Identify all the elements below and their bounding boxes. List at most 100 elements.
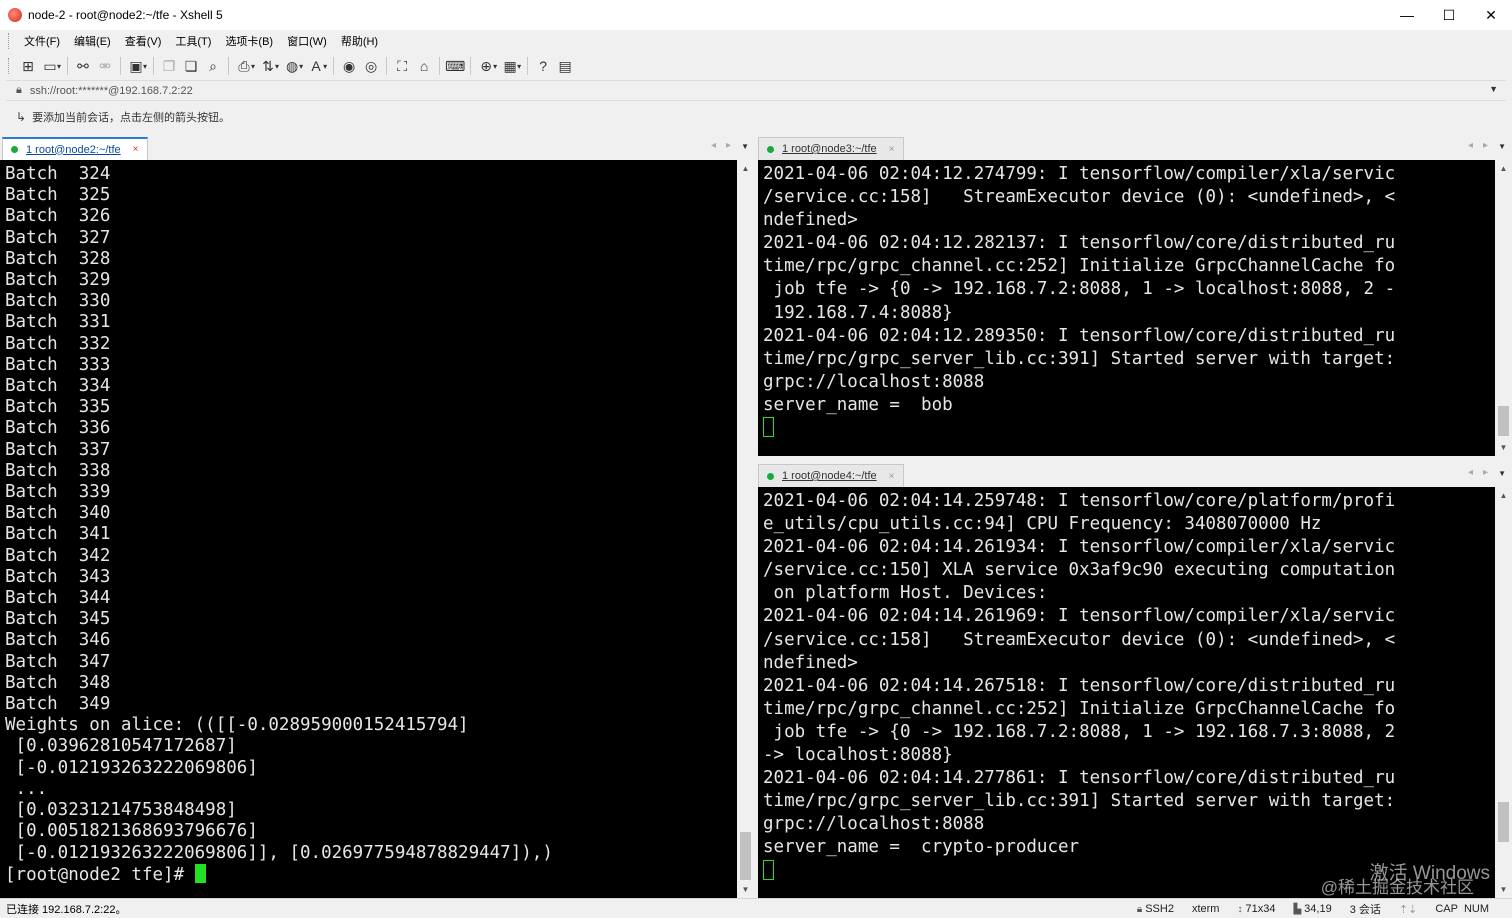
- status-bar: 已连接 192.168.7.2:22。 🔒︎ SSH2 xterm ↕ 71x34 …: [0, 898, 1512, 918]
- tab-list-dropdown-icon[interactable]: ▼: [741, 142, 749, 151]
- terminal-line: time/rpc/grpc_server_lib.cc:391] Started…: [763, 791, 1396, 812]
- globe-dropdown-icon[interactable]: ▾: [299, 62, 303, 71]
- scroll-down-icon[interactable]: ▼: [1495, 439, 1512, 456]
- keyboard-icon[interactable]: ⌨: [444, 55, 466, 77]
- properties-dropdown-icon[interactable]: ▾: [143, 62, 147, 71]
- fullscreen-icon[interactable]: ⛶: [391, 55, 413, 77]
- connected-status-icon: [767, 472, 774, 480]
- disconnect-icon[interactable]: ⚮: [94, 55, 116, 77]
- menu-bar: 文件(F) 编辑(E) 查看(V) 工具(T) 选项卡(B) 窗口(W) 帮助(…: [0, 30, 1512, 52]
- maximize-button[interactable]: ☐: [1428, 0, 1470, 30]
- menu-file[interactable]: 文件(F): [17, 33, 67, 49]
- tab-list-dropdown-icon[interactable]: ▼: [1498, 469, 1506, 478]
- terminal-node4[interactable]: 2021-04-06 02:04:14.259748: I tensorflow…: [758, 487, 1495, 898]
- tab-navigation: ◂ ▸ ▼: [1468, 467, 1506, 478]
- terminal-node2[interactable]: Batch 324 Batch 325 Batch 326 Batch 327 …: [0, 160, 737, 898]
- toolbar-separator: [386, 57, 388, 75]
- shell-prompt: [root@node2 tfe]#: [5, 864, 195, 885]
- terminal-node3[interactable]: 2021-04-06 02:04:12.274799: I tensorflow…: [758, 160, 1495, 456]
- terminal-line: on platform Host. Devices:: [773, 583, 1048, 604]
- scroll-down-icon[interactable]: ▼: [737, 881, 754, 898]
- connected-status-icon: [767, 145, 774, 153]
- terminal-line: time/rpc/grpc_server_lib.cc:391] Started…: [763, 348, 1396, 369]
- terminal-type-status: xterm: [1191, 903, 1220, 915]
- menu-window[interactable]: 窗口(W): [280, 33, 334, 49]
- right-top-scrollbar[interactable]: ▲ ▼: [1495, 160, 1512, 456]
- tab-prev-icon[interactable]: ◂: [711, 140, 716, 151]
- terminal-line: /service.cc:158] StreamExecutor device (…: [763, 629, 1396, 650]
- xshell-app-icon[interactable]: [8, 8, 22, 22]
- close-button[interactable]: ✕: [1470, 0, 1512, 30]
- menu-tools[interactable]: 工具(T): [168, 33, 218, 49]
- address-bar[interactable]: 🔒︎ ssh://root:*******@192.168.7.2:22 ▼: [6, 80, 1506, 101]
- tab-navigation: ◂ ▸ ▼: [1468, 140, 1506, 151]
- chat-icon[interactable]: ▤: [554, 55, 576, 77]
- left-scrollbar[interactable]: ▲ ▼: [737, 160, 754, 898]
- tab-next-icon[interactable]: ▸: [1483, 467, 1488, 478]
- terminal-line: Batch 338: [5, 460, 111, 481]
- tab-close-icon[interactable]: ×: [889, 144, 895, 155]
- print-dropdown-icon[interactable]: ▾: [251, 62, 255, 71]
- tab-label: 1 root@node3:~/tfe: [782, 143, 877, 155]
- scroll-thumb[interactable]: [1498, 802, 1509, 842]
- address-text[interactable]: ssh://root:*******@192.168.7.2:22: [30, 85, 193, 97]
- font-dropdown-icon[interactable]: ▾: [323, 62, 327, 71]
- add-session-arrow-icon[interactable]: ↳: [16, 110, 26, 124]
- layout-dropdown-icon[interactable]: ▾: [517, 62, 521, 71]
- terminal-line: e_utils/cpu_utils.cc:94] CPU Frequency: …: [763, 514, 1322, 535]
- tab-next-icon[interactable]: ▸: [726, 140, 731, 151]
- transfer-dropdown-icon[interactable]: ▾: [275, 62, 279, 71]
- scroll-thumb[interactable]: [740, 832, 751, 880]
- scroll-up-icon[interactable]: ▲: [1495, 487, 1512, 504]
- tab-prev-icon[interactable]: ◂: [1468, 140, 1473, 151]
- toolbar-separator: [470, 57, 472, 75]
- terminal-line: ndefined>: [763, 652, 858, 673]
- terminal-line: Batch 324: [5, 164, 111, 184]
- lock-icon[interactable]: ⌂: [413, 55, 435, 77]
- terminal-line: 192.168.7.4:8088}: [773, 302, 953, 323]
- scroll-up-icon[interactable]: ▲: [737, 160, 754, 177]
- tab-close-icon[interactable]: ×: [133, 144, 139, 155]
- reconnect-icon[interactable]: ⚯: [72, 55, 94, 77]
- menu-help[interactable]: 帮助(H): [334, 33, 385, 49]
- scroll-down-icon[interactable]: ▼: [1495, 881, 1512, 898]
- hint-bar: ↳ 要添加当前会话，点击左侧的箭头按钮。: [6, 106, 1506, 128]
- terminal-line: /service.cc:150] XLA service 0x3af9c90 e…: [763, 560, 1396, 581]
- help-icon[interactable]: ?: [532, 55, 554, 77]
- terminal-cursor: [763, 859, 774, 880]
- add-tab-dropdown-icon[interactable]: ▾: [493, 62, 497, 71]
- xmanager-icon[interactable]: ◎: [360, 55, 382, 77]
- tab-node3[interactable]: 1 root@node3:~/tfe ×: [758, 137, 904, 160]
- title-bar: node-2 - root@node2:~/tfe - Xshell 5 — ☐…: [0, 0, 1512, 30]
- terminal-line: -> localhost:8088}: [763, 745, 953, 766]
- tab-label: 1 root@node4:~/tfe: [782, 470, 877, 482]
- find-icon[interactable]: ⌕: [202, 55, 224, 77]
- terminal-output: 2021-04-06 02:04:14.259748: I tensorflow…: [758, 487, 1495, 883]
- menu-view[interactable]: 查看(V): [118, 33, 169, 49]
- toolbar: ⊞ ▭ ▾ ⚯ ⚮ ▣ ▾ ❐ ❏ ⌕ ⎙ ▾ ⇅ ▾ ◍ ▾ A ▾ ◉ ◎ ⛶ ⌂ ⌨ …: [0, 52, 1512, 80]
- minimize-button[interactable]: —: [1386, 0, 1428, 30]
- tab-next-icon[interactable]: ▸: [1483, 140, 1488, 151]
- scroll-thumb[interactable]: [1498, 406, 1509, 436]
- paste-icon[interactable]: ❏: [180, 55, 202, 77]
- right-bottom-scrollbar[interactable]: ▲ ▼: [1495, 487, 1512, 898]
- address-dropdown-icon[interactable]: ▼: [1489, 84, 1498, 94]
- lock-small-icon: 🔒︎: [1136, 903, 1143, 915]
- open-dropdown-icon[interactable]: ▾: [57, 62, 61, 71]
- xftp-icon[interactable]: ◉: [338, 55, 360, 77]
- tab-prev-icon[interactable]: ◂: [1468, 467, 1473, 478]
- tab-node2[interactable]: 1 root@node2:~/tfe ×: [2, 137, 148, 160]
- tab-close-icon[interactable]: ×: [889, 471, 895, 482]
- menu-tab[interactable]: 选项卡(B): [218, 33, 280, 49]
- terminal-line: [-0.012193263222069806]], [0.02697759487…: [15, 842, 553, 863]
- scroll-up-icon[interactable]: ▲: [1495, 160, 1512, 177]
- terminal-line: 2021-04-06 02:04:12.282137: I tensorflow…: [763, 233, 1396, 254]
- terminal-line: [0.0051821368693796676]: [15, 821, 258, 842]
- tab-list-dropdown-icon[interactable]: ▼: [1498, 142, 1506, 151]
- new-session-icon[interactable]: ⊞: [17, 55, 39, 77]
- terminal-line: Batch 346: [5, 630, 111, 651]
- terminal-line: time/rpc/grpc_channel.cc:252] Initialize…: [763, 698, 1396, 719]
- copy-icon[interactable]: ❐: [158, 55, 180, 77]
- menu-edit[interactable]: 编辑(E): [67, 33, 118, 49]
- tab-node4[interactable]: 1 root@node4:~/tfe ×: [758, 464, 904, 487]
